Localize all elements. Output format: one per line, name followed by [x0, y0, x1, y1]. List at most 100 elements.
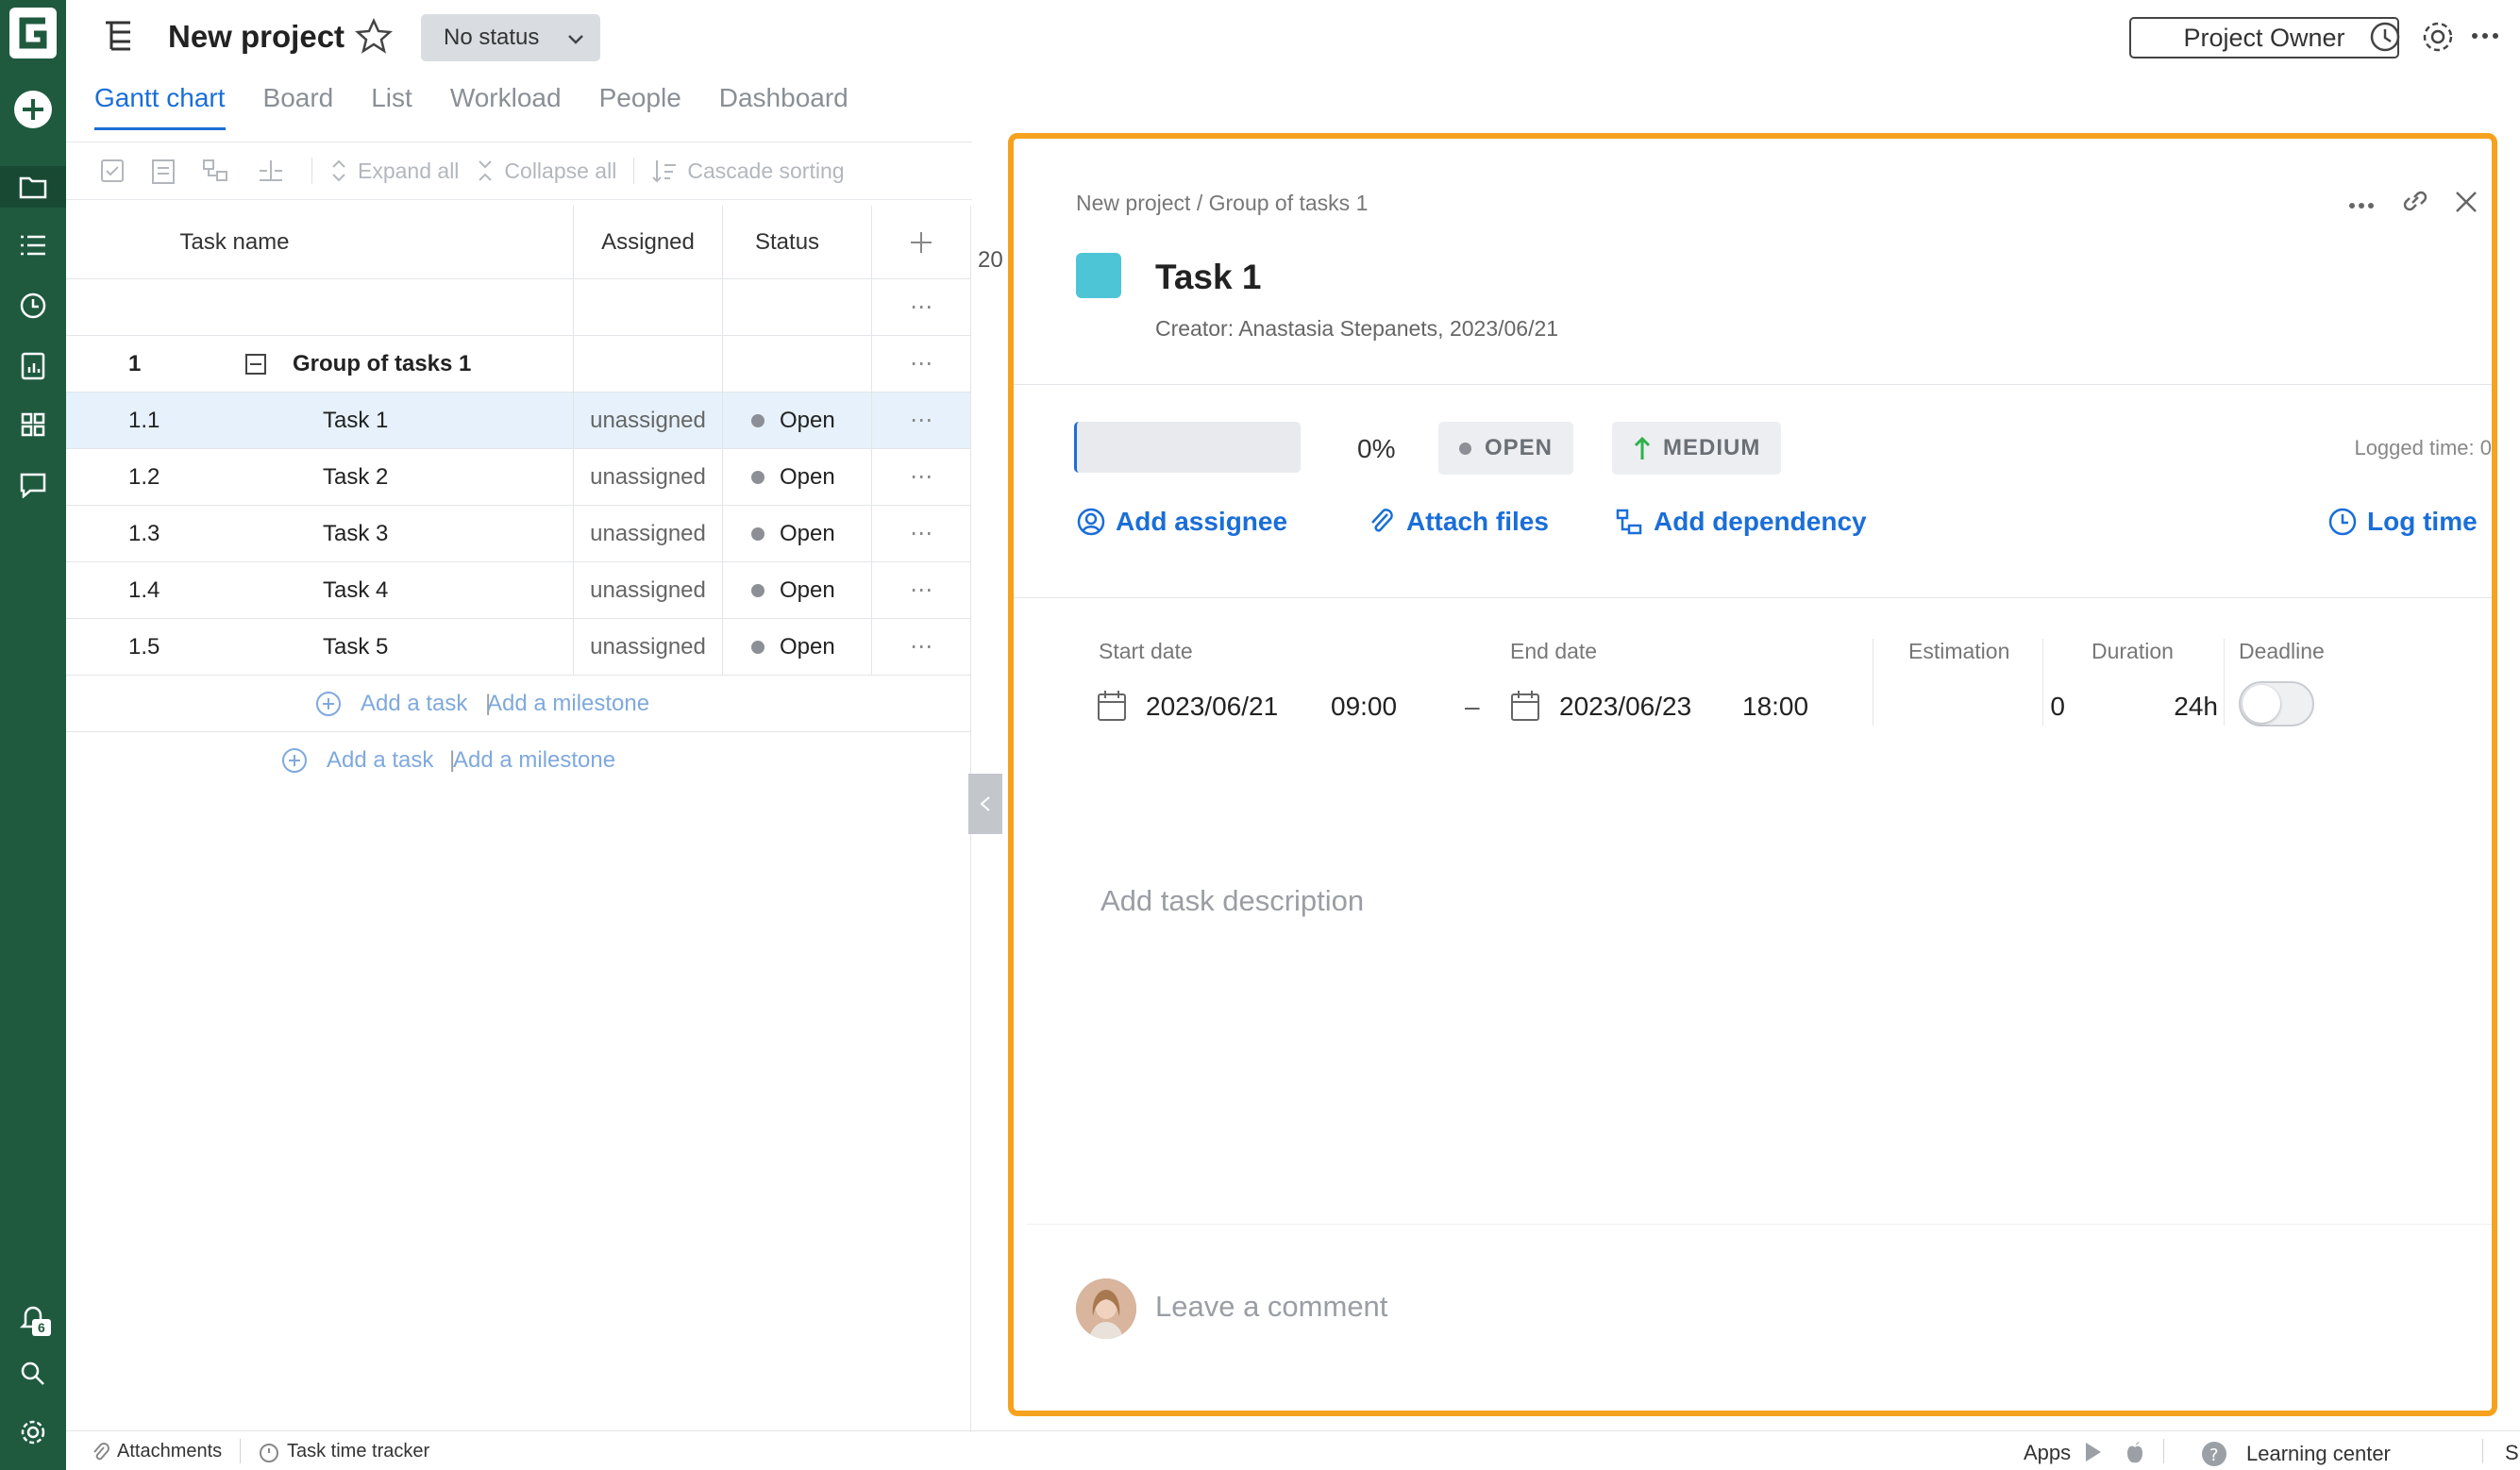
status-cell[interactable]: Open — [723, 393, 872, 448]
duration-field[interactable]: 24h — [2146, 692, 2218, 722]
time-tracker-button[interactable]: Task time tracker — [259, 1441, 429, 1462]
add-circle-icon[interactable] — [315, 691, 342, 724]
column-header-status[interactable]: Status — [723, 206, 872, 278]
status-cell[interactable]: Open — [723, 562, 872, 618]
add-dependency-button[interactable]: Add dependency — [1614, 507, 1867, 537]
deadline-toggle[interactable] — [2239, 681, 2314, 727]
table-row[interactable]: 1.1 Task 1 unassigned Open ⋯ — [66, 393, 970, 449]
create-icon[interactable] — [12, 89, 54, 130]
breadcrumb[interactable]: New project / Group of tasks 1 — [1076, 191, 1368, 216]
copy-link-icon[interactable] — [2399, 186, 2431, 221]
status-chip[interactable]: OPEN — [1438, 422, 1574, 475]
search-icon[interactable] — [12, 1353, 54, 1395]
assigned-cell[interactable]: unassigned — [574, 562, 723, 618]
row-more-icon[interactable]: ⋯ — [872, 279, 970, 335]
history-icon[interactable] — [2367, 19, 2403, 59]
task-color-swatch[interactable] — [1076, 253, 1121, 298]
tab-dashboard[interactable]: Dashboard — [719, 83, 848, 130]
comment-input[interactable]: Leave a comment — [1155, 1290, 1387, 1324]
status-cell[interactable]: Open — [723, 449, 872, 505]
project-owner-button[interactable]: Project Owner — [2129, 17, 2399, 58]
row-more-icon[interactable]: ⋯ — [872, 562, 970, 618]
row-more-icon[interactable]: ⋯ — [872, 336, 970, 392]
table-row-group[interactable]: 1 Group of tasks 1 ⋯ — [66, 336, 970, 393]
project-status-dropdown[interactable]: No status — [421, 14, 600, 61]
gear-icon[interactable] — [2420, 19, 2456, 59]
reports-icon[interactable] — [12, 345, 54, 387]
row-more-icon[interactable]: ⋯ — [872, 393, 970, 448]
collapse-all-button[interactable]: Collapse all — [476, 158, 616, 184]
add-task-link[interactable]: Add a task — [327, 747, 433, 774]
google-play-icon[interactable] — [2082, 1441, 2112, 1463]
row-more-icon[interactable]: ⋯ — [872, 449, 970, 505]
add-circle-icon[interactable] — [281, 747, 308, 780]
status-cell[interactable]: Open — [723, 619, 872, 675]
add-task-link[interactable]: Add a task — [361, 691, 467, 717]
assigned-cell[interactable]: unassigned — [574, 619, 723, 675]
tab-workload[interactable]: Workload — [450, 83, 562, 130]
project-title[interactable]: New project — [168, 19, 344, 55]
calendar-icon[interactable] — [1510, 690, 1540, 728]
table-row[interactable]: 1.2 Task 2 unassigned Open ⋯ — [66, 449, 970, 506]
star-icon[interactable] — [354, 17, 394, 59]
end-time-field[interactable]: 18:00 — [1742, 692, 1808, 722]
table-row[interactable]: 1.4 Task 4 unassigned Open ⋯ — [66, 562, 970, 619]
table-row[interactable]: 1.3 Task 3 unassigned Open ⋯ — [66, 506, 970, 562]
calendar-icon[interactable] — [1097, 690, 1127, 728]
assigned-cell[interactable]: unassigned — [574, 449, 723, 505]
tab-gantt-chart[interactable]: Gantt chart — [94, 83, 226, 130]
clock-icon[interactable] — [12, 285, 54, 326]
add-milestone-link[interactable]: Add a milestone — [453, 747, 615, 774]
estimation-field[interactable]: 0 — [2005, 692, 2065, 722]
expand-all-button[interactable]: Expand all — [329, 158, 459, 184]
row-more-icon[interactable]: ⋯ — [872, 506, 970, 561]
apple-icon[interactable] — [2124, 1441, 2154, 1465]
column-header-task-name[interactable]: Task name — [66, 206, 574, 278]
list-icon[interactable] — [12, 225, 54, 266]
priority-chip[interactable]: MEDIUM — [1612, 422, 1782, 475]
start-time-field[interactable]: 09:00 — [1331, 692, 1397, 722]
add-assignee-button[interactable]: Add assignee — [1076, 507, 1287, 537]
add-column-icon[interactable] — [872, 206, 970, 278]
support-button[interactable]: Support — [2505, 1441, 2520, 1465]
start-date-field[interactable]: 2023/06/21 — [1146, 692, 1278, 722]
task-name[interactable]: Task 2 — [323, 464, 388, 491]
cascade-sorting-button[interactable]: Cascade sorting — [651, 158, 845, 184]
more-icon[interactable] — [2348, 197, 2375, 214]
task-name[interactable]: Task 4 — [323, 577, 388, 604]
tab-board[interactable]: Board — [263, 83, 334, 130]
apps-grid-icon[interactable] — [12, 404, 54, 445]
table-row[interactable]: 1.5 Task 5 unassigned Open ⋯ — [66, 619, 970, 676]
settings-icon[interactable] — [12, 1412, 54, 1453]
status-cell[interactable]: Open — [723, 506, 872, 561]
chat-icon[interactable] — [12, 464, 54, 506]
learning-center-button[interactable]: ? Learning center — [2201, 1441, 2391, 1467]
assigned-cell[interactable]: unassigned — [574, 393, 723, 448]
task-name[interactable]: Task 1 — [323, 408, 388, 434]
indent-icon[interactable] — [257, 158, 294, 184]
hierarchy-icon[interactable] — [202, 159, 240, 183]
more-icon[interactable] — [2471, 28, 2499, 45]
task-name[interactable]: Task 5 — [323, 634, 388, 660]
add-milestone-link[interactable]: Add a milestone — [487, 691, 649, 717]
task-title[interactable]: Task 1 — [1155, 258, 1261, 297]
select-checkbox-icon[interactable] — [100, 159, 134, 183]
close-icon[interactable] — [2454, 190, 2478, 219]
task-description-input[interactable]: Add task description — [1100, 884, 1364, 918]
logo-icon[interactable] — [8, 6, 59, 60]
attach-files-button[interactable]: Attach files — [1367, 507, 1549, 537]
collapse-panel-handle[interactable] — [968, 774, 1002, 834]
calendar-tool-icon[interactable] — [151, 157, 185, 185]
tab-people[interactable]: People — [599, 83, 681, 130]
assigned-cell[interactable]: unassigned — [574, 506, 723, 561]
projects-icon[interactable] — [0, 166, 66, 208]
column-header-assigned[interactable]: Assigned — [574, 206, 723, 278]
row-more-icon[interactable]: ⋯ — [872, 619, 970, 675]
task-name[interactable]: Task 3 — [323, 521, 388, 547]
attachments-button[interactable]: Attachments — [91, 1441, 222, 1462]
tab-list[interactable]: List — [371, 83, 412, 130]
log-time-button[interactable]: Log time — [2327, 507, 2478, 537]
collapse-group-icon[interactable] — [245, 354, 266, 381]
end-date-field[interactable]: 2023/06/23 — [1559, 692, 1691, 722]
progress-bar[interactable] — [1074, 422, 1301, 473]
